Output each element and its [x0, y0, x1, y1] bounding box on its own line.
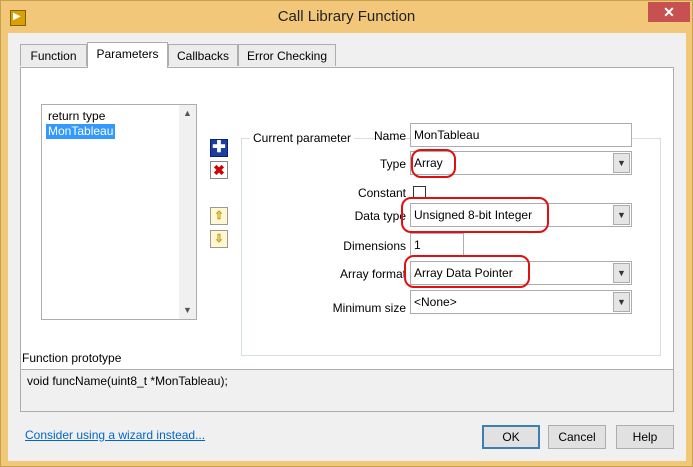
dialog-client-area: Function Parameters Callbacks Error Chec…: [8, 33, 686, 461]
list-scrollbar[interactable]: ▲ ▼: [179, 105, 196, 319]
title-bar[interactable]: Call Library Function ✕: [1, 1, 692, 33]
tab-error-checking[interactable]: Error Checking: [238, 44, 336, 66]
close-icon: ✕: [663, 4, 675, 20]
help-button[interactable]: Help: [616, 425, 674, 449]
name-label: Name: [373, 129, 406, 143]
chevron-down-icon[interactable]: ▼: [613, 153, 630, 173]
dialog-window: Call Library Function ✕ Function Paramet…: [0, 0, 693, 467]
array-format-select[interactable]: Array Data Pointer ▼: [410, 261, 632, 285]
remove-parameter-button[interactable]: ✖: [210, 161, 228, 179]
scroll-up-arrow-icon[interactable]: ▲: [179, 105, 196, 122]
wizard-link[interactable]: Consider using a wizard instead...: [25, 428, 205, 442]
move-up-button[interactable]: ⇧: [210, 207, 228, 225]
window-title: Call Library Function: [277, 8, 416, 25]
minimum-size-value: <None>: [414, 295, 457, 309]
tab-callbacks[interactable]: Callbacks: [168, 44, 238, 66]
array-format-value: Array Data Pointer: [414, 266, 513, 280]
list-item-montableau[interactable]: MonTableau: [46, 124, 116, 139]
chevron-down-icon[interactable]: ▼: [613, 292, 630, 312]
ok-button[interactable]: OK: [482, 425, 540, 449]
dimensions-label: Dimensions: [343, 239, 406, 253]
chevron-down-icon[interactable]: ▼: [613, 263, 630, 283]
scroll-down-arrow-icon[interactable]: ▼: [179, 302, 196, 319]
prototype-label: Function prototype: [22, 351, 122, 365]
data-type-select[interactable]: Unsigned 8-bit Integer ▼: [410, 203, 632, 227]
close-button[interactable]: ✕: [648, 2, 690, 22]
x-icon: ✖: [213, 162, 225, 178]
data-type-value: Unsigned 8-bit Integer: [414, 208, 533, 222]
minimum-size-select[interactable]: <None> ▼: [410, 290, 632, 314]
type-label: Type: [379, 157, 406, 171]
parameters-tab-panel: return type MonTableau ▲ ▼ ✚ ✖ ⇧ ⇩ Curre…: [20, 67, 674, 385]
plus-icon: ✚: [212, 139, 226, 156]
dimensions-field[interactable]: 1: [410, 233, 464, 257]
constant-label: Constant: [357, 186, 406, 200]
prototype-box: void funcName(uint8_t *MonTableau);: [20, 369, 674, 412]
minimum-size-label: Minimum size: [332, 301, 406, 315]
tab-parameters[interactable]: Parameters: [87, 42, 168, 68]
type-select[interactable]: Array ▼: [410, 151, 632, 175]
arrow-up-icon: ⇧: [214, 210, 224, 222]
cancel-button[interactable]: Cancel: [548, 425, 606, 449]
move-down-button[interactable]: ⇩: [210, 230, 228, 248]
constant-checkbox[interactable]: [413, 186, 426, 199]
name-field[interactable]: MonTableau: [410, 123, 632, 147]
list-item-return-type[interactable]: return type: [46, 109, 107, 124]
tab-function[interactable]: Function: [20, 44, 87, 66]
parameter-list[interactable]: return type MonTableau ▲ ▼: [41, 104, 197, 320]
data-type-label: Data type: [354, 209, 406, 223]
arrow-down-icon: ⇩: [214, 233, 224, 245]
add-parameter-button[interactable]: ✚: [210, 139, 228, 157]
array-format-label: Array format: [339, 267, 406, 281]
chevron-down-icon[interactable]: ▼: [613, 205, 630, 225]
type-value: Array: [414, 156, 443, 170]
